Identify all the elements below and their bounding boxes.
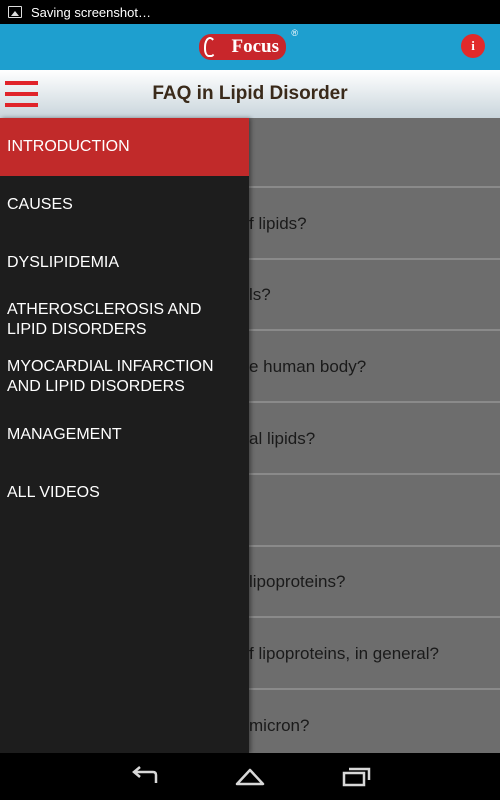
drawer-item-myocardial-infarction[interactable]: MYOCARDIAL INFARCTION AND LIPID DISORDER… [0, 357, 249, 401]
navigation-drawer: INTRODUCTION CAUSES DYSLIPIDEMIA ATHEROS… [0, 118, 249, 753]
info-button[interactable]: i [461, 34, 485, 58]
info-icon: i [471, 38, 475, 53]
drawer-item-label: CAUSES [7, 196, 73, 213]
recent-apps-icon[interactable] [340, 765, 374, 789]
system-nav-bar [0, 753, 500, 800]
drawer-item-label: ALL VIDEOS [7, 484, 100, 501]
drawer-item-label: MYOCARDIAL INFARCTION AND LIPID DISORDER… [7, 358, 214, 395]
menu-bar [5, 81, 38, 85]
drawer-item-label: MANAGEMENT [7, 426, 122, 443]
faq-question: al lipids? [249, 429, 316, 448]
drawer-item-all-videos[interactable]: ALL VIDEOS [0, 464, 249, 522]
app-screen: Saving screenshot… Focus ® i FAQ in Lipi… [0, 0, 500, 800]
faq-question: micron? [249, 716, 310, 735]
faq-question: f lipids? [249, 214, 307, 233]
hamburger-menu-icon[interactable] [5, 78, 38, 109]
drawer-item-causes[interactable]: CAUSES [0, 176, 249, 234]
title-bar: FAQ in Lipid Disorder [0, 70, 500, 118]
image-notification-icon [8, 6, 22, 18]
faq-question: f lipoproteins, in general? [249, 644, 439, 663]
logo-mark-icon [204, 37, 216, 57]
drawer-item-label: DYSLIPIDEMIA [7, 254, 120, 271]
drawer-item-label: ATHEROSCLEROSIS AND LIPID DISORDERS [7, 301, 202, 338]
app-header: Focus ® i [0, 24, 500, 70]
drawer-item-label: INTRODUCTION [7, 138, 130, 155]
status-text: Saving screenshot… [31, 4, 151, 20]
focus-logo: Focus ® [199, 28, 298, 60]
back-icon[interactable] [128, 765, 162, 789]
faq-question: e human body? [249, 357, 367, 376]
menu-bar [5, 92, 38, 96]
home-icon[interactable] [233, 765, 267, 789]
drawer-item-introduction[interactable]: INTRODUCTION [0, 118, 249, 176]
faq-question: lipoproteins? [249, 572, 346, 591]
status-bar: Saving screenshot… [0, 0, 500, 24]
logo-text: Focus [231, 36, 280, 57]
drawer-item-dyslipidemia[interactable]: DYSLIPIDEMIA [0, 234, 249, 292]
drawer-item-management[interactable]: MANAGEMENT [0, 406, 249, 464]
faq-question: ls? [249, 285, 271, 304]
registered-mark: ® [291, 28, 298, 38]
page-title: FAQ in Lipid Disorder [152, 83, 348, 104]
menu-bar [5, 103, 38, 107]
drawer-item-atherosclerosis[interactable]: ATHEROSCLEROSIS AND LIPID DISORDERS [0, 300, 249, 344]
